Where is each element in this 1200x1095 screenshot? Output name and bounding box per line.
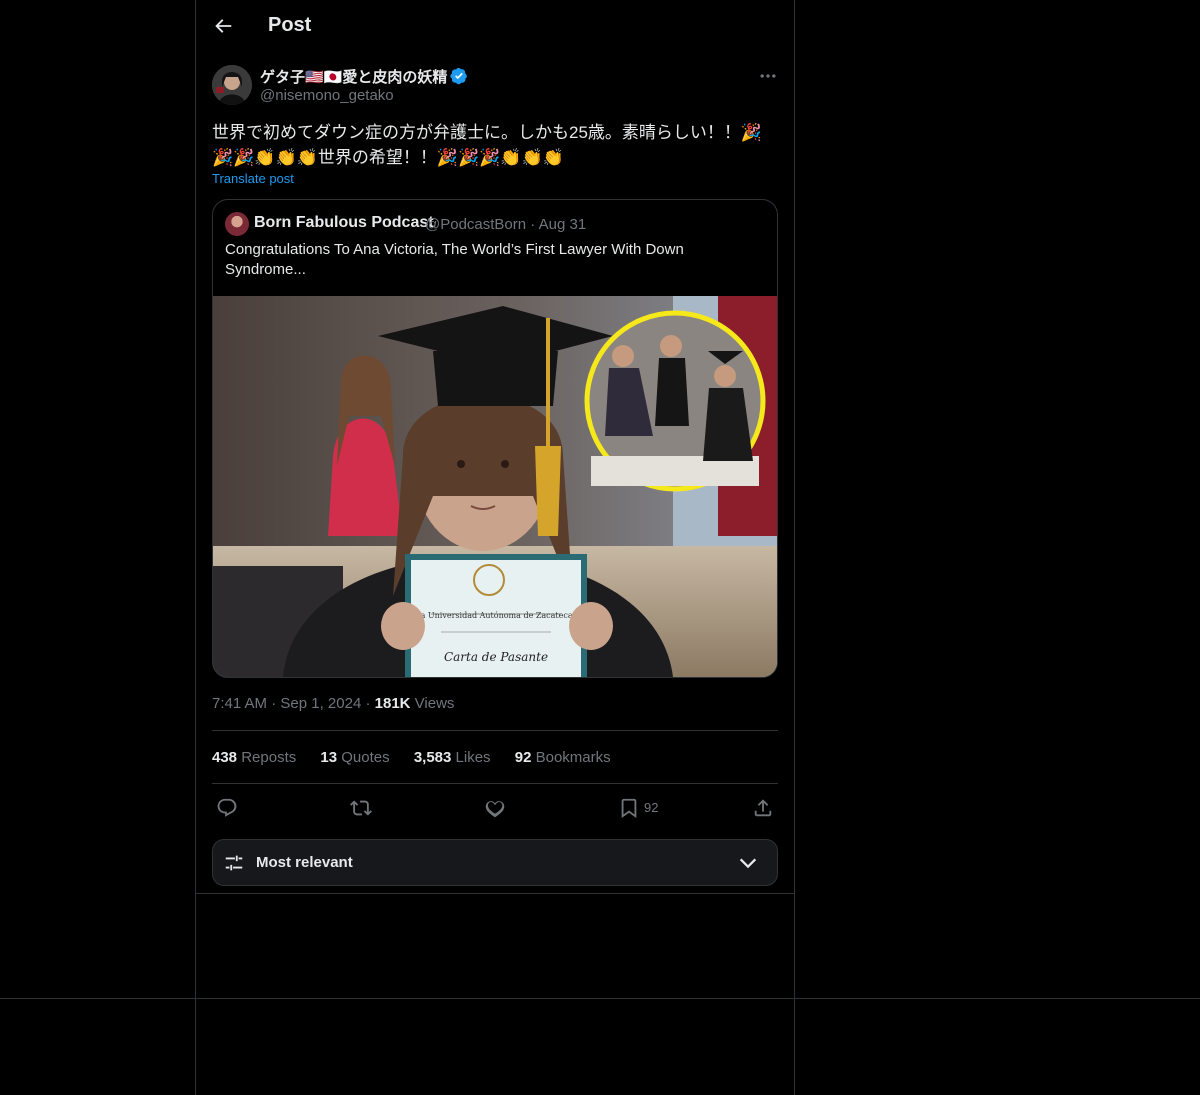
repost-icon — [350, 800, 372, 816]
chevron-down-icon — [739, 858, 757, 869]
bookmark-icon — [621, 798, 637, 819]
image-university-text: La Universidad Autónoma de Zacatecas — [415, 611, 576, 620]
post-meta: 7:41 AM · Sep 1, 2024 · 181K Views — [212, 695, 454, 712]
post-text: 世界で初めてダウン症の方が弁護士に。しかも25歳。素晴らしい！！🎉🎉🎉👏👏👏世界… — [212, 123, 763, 167]
verified-badge-icon — [450, 67, 468, 85]
image-certificate-text: Carta de Pasante — [444, 650, 548, 664]
quoted-avatar — [225, 212, 249, 236]
quoted-media-image[interactable]: La Universidad Autónoma de Zacatecas Car… — [213, 296, 777, 677]
quoted-display-name: Born Fabulous Podcast — [254, 214, 434, 231]
reply-sort-dropdown[interactable]: Most relevant — [212, 839, 778, 886]
quotes-stat[interactable]: 13 Quotes — [320, 749, 389, 766]
bookmark-button[interactable]: 92 — [618, 797, 678, 819]
divider — [212, 730, 778, 731]
likes-count: 3,583 — [413, 749, 452, 766]
bookmarks-stat[interactable]: 92 Bookmarks — [515, 749, 611, 766]
share-icon — [754, 799, 772, 817]
quotes-label: Quotes — [341, 749, 390, 766]
engagement-stats: 438 Reposts 13 Quotes 3,583 Likes 92 Boo… — [212, 749, 631, 766]
divider — [212, 783, 778, 784]
separator-dot: · — [365, 695, 375, 712]
repost-button[interactable] — [350, 797, 372, 819]
quoted-handle: @PodcastBorn — [425, 216, 527, 233]
sort-label: Most relevant — [256, 854, 353, 871]
like-button[interactable] — [484, 797, 506, 819]
right-column-border — [794, 0, 795, 1095]
likes-label: Likes — [455, 749, 491, 766]
thread-end-divider — [196, 893, 794, 894]
author-handle[interactable]: @nisemono_getako — [260, 87, 394, 104]
sort-sliders-icon — [225, 855, 243, 871]
display-name-text: ゲタ子🇺🇸🇯🇵愛と皮肉の妖精 — [260, 69, 448, 86]
more-options-icon[interactable] — [758, 66, 778, 86]
reply-icon — [217, 798, 237, 817]
page-title: Post — [268, 14, 312, 36]
bookmarks-label: Bookmarks — [535, 749, 611, 766]
author-display-name[interactable]: ゲタ子🇺🇸🇯🇵愛と皮肉の妖精 — [260, 66, 468, 87]
back-arrow-icon[interactable] — [212, 15, 234, 37]
reposts-stat[interactable]: 438 Reposts — [212, 749, 296, 766]
reply-button[interactable] — [216, 797, 238, 819]
bottom-divider — [0, 998, 1200, 999]
left-column-border — [195, 0, 196, 1095]
quoted-date: Aug 31 — [538, 216, 587, 233]
quoted-post[interactable]: Born Fabulous Podcast @PodcastBorn · Aug… — [212, 199, 778, 678]
page-header: Post — [196, 0, 794, 53]
views-count: 181K — [374, 695, 411, 712]
reposts-label: Reposts — [241, 749, 297, 766]
bookmark-count: 92 — [644, 800, 659, 815]
translate-post-link[interactable]: Translate post — [212, 171, 294, 186]
quoted-handle-date: @PodcastBorn · Aug 31 — [425, 216, 586, 233]
post-time[interactable]: 7:41 AM — [212, 695, 267, 712]
quotes-count: 13 — [320, 749, 338, 766]
like-icon — [485, 801, 505, 818]
likes-stat[interactable]: 3,583 Likes — [414, 749, 491, 766]
views-label: Views — [414, 695, 455, 712]
reposts-count: 438 — [212, 749, 238, 766]
separator-dot: · — [271, 695, 281, 712]
post-date[interactable]: Sep 1, 2024 — [280, 695, 361, 712]
bookmarks-count: 92 — [514, 749, 532, 766]
avatar[interactable] — [212, 65, 252, 105]
quoted-text: Congratulations To Ana Victoria, The Wor… — [225, 241, 684, 278]
separator-dot: · — [530, 216, 539, 233]
share-button[interactable] — [752, 797, 774, 819]
